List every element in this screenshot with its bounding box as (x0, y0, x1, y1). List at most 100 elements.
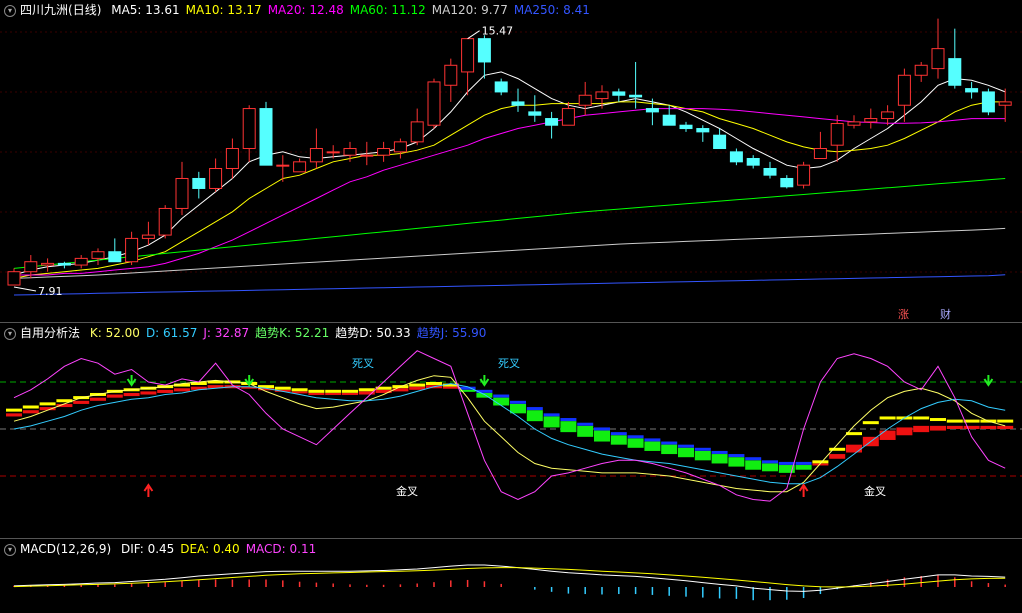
trend-cap (795, 461, 812, 465)
golden-cross-label-1: 金叉 (396, 485, 418, 498)
candle-body (528, 111, 542, 116)
candle-body (998, 101, 1012, 106)
trend-cap (879, 416, 896, 420)
candle-body (24, 261, 38, 273)
candle-body (276, 164, 290, 167)
candle-body (309, 148, 323, 163)
trend-bar (73, 400, 90, 404)
trend-bar (913, 425, 930, 433)
macd-line-dea (13, 567, 1006, 588)
trend-bar (946, 425, 963, 429)
candle-body (713, 134, 727, 150)
candle-body (729, 151, 743, 163)
trend-bar (123, 392, 140, 397)
candle-body (225, 148, 239, 169)
trend-bar (896, 427, 913, 436)
trend-cap (694, 447, 711, 451)
low-pointer (13, 286, 37, 292)
kdj-label-2: J: 32.87 (203, 326, 250, 340)
trend-cap (577, 422, 594, 426)
candle-body (141, 234, 155, 239)
trend-cap (543, 413, 560, 417)
candle-body (746, 158, 760, 166)
ma-label-3: MA60: 11.12 (349, 3, 426, 17)
macd-label-0: DIF: 0.45 (120, 542, 175, 556)
trend-bar (745, 460, 762, 470)
candle-body (679, 124, 693, 130)
trend-cap (997, 419, 1014, 423)
trend-bar (694, 450, 711, 461)
candle-body (393, 141, 407, 153)
panel-toggle-icon[interactable]: ▾ (4, 543, 16, 556)
trend-cap (678, 444, 694, 448)
trend-bar (106, 394, 123, 398)
trend-cap (946, 419, 963, 423)
trend-bar (476, 392, 493, 398)
candle-body (511, 101, 525, 106)
trend-bar (610, 435, 627, 445)
candle-body (427, 81, 441, 126)
price-panel-header: ▾ 四川九洲(日线) MA5: 13.61 MA10: 13.17 MA20: 12.… (4, 2, 602, 18)
candle-body (41, 262, 55, 266)
trend-bar (795, 465, 812, 470)
trend-bar (90, 397, 106, 401)
candle-body (545, 118, 559, 126)
trend-cap (778, 461, 795, 465)
trend-cap (342, 389, 358, 393)
candle-body (914, 64, 928, 76)
candle-body (830, 123, 844, 146)
trend-cap (409, 383, 426, 387)
macd-label-1: DEA: 0.40 (180, 542, 240, 556)
kdj-panel[interactable]: ▾ 自用分析法 K: 52.00 D: 61.57 J: 32.87 趋势K: 52.2… (0, 322, 1022, 537)
low-label: 7.91 (38, 285, 63, 298)
ma-label-4: MA120: 9.77 (431, 3, 508, 17)
candle-body (578, 94, 592, 106)
candle-body (444, 64, 458, 86)
candle-body (293, 161, 307, 173)
panel-toggle-icon[interactable]: ▾ (4, 327, 16, 340)
tag-cai[interactable]: 财 (940, 306, 951, 322)
candle-body (57, 262, 71, 266)
kdj-title: 自用分析法 (20, 326, 81, 340)
trend-bar (728, 457, 745, 467)
candle-body (813, 148, 827, 160)
candle-body (864, 118, 878, 123)
trend-bar (157, 389, 174, 393)
kdj-label-5: 趋势J: 55.90 (416, 326, 487, 340)
trend-cap (426, 382, 442, 385)
up-arrow-icon (798, 483, 809, 497)
trend-bar (963, 425, 980, 429)
trend-bar (980, 425, 997, 429)
golden-cross-label-2: 金叉 (864, 485, 886, 498)
ma-line-ma20 (14, 108, 1006, 276)
macd-panel-header: ▾ MACD(12,26,9) DIF: 0.45 DEA: 0.40 MACD: 0… (4, 541, 328, 557)
candle-body (7, 271, 21, 286)
trend-bar (543, 416, 560, 428)
trend-bar (678, 447, 694, 458)
kdj-line-j (13, 350, 1006, 502)
trend-bar (930, 425, 946, 431)
trend-cap (644, 438, 661, 442)
trend-cap (594, 427, 610, 431)
candle-body (965, 88, 979, 93)
trend-cap (358, 388, 375, 392)
macd-panel[interactable]: ▾ MACD(12,26,9) DIF: 0.45 DEA: 0.40 MACD: 0… (0, 538, 1022, 613)
candlestick-chart[interactable]: 15.47 7.91 (0, 0, 1022, 320)
dead-cross-label-2: 死叉 (498, 357, 520, 370)
candle-body (797, 164, 811, 186)
ma-label-0: MA5: 13.61 (111, 3, 180, 17)
ma-label-2: MA20: 12.48 (267, 3, 344, 17)
candle-body (763, 167, 777, 176)
panel-toggle-icon[interactable]: ▾ (4, 4, 16, 17)
macd-title: MACD(12,26,9) (20, 542, 112, 556)
candle-body (461, 38, 475, 73)
candle-body (981, 91, 995, 113)
trend-bar (762, 463, 778, 472)
price-panel[interactable]: ▾ 四川九洲(日线) MA5: 13.61 MA10: 13.17 MA20: 12.… (0, 0, 1022, 322)
candle-body (494, 81, 508, 93)
kdj-label-1: D: 61.57 (145, 326, 198, 340)
tag-up[interactable]: 涨 (898, 306, 909, 322)
candle-body (377, 148, 391, 156)
trend-cap (39, 402, 56, 406)
macd-legend: DIF: 0.45 DEA: 0.40 MACD: 0.11 (121, 542, 322, 556)
